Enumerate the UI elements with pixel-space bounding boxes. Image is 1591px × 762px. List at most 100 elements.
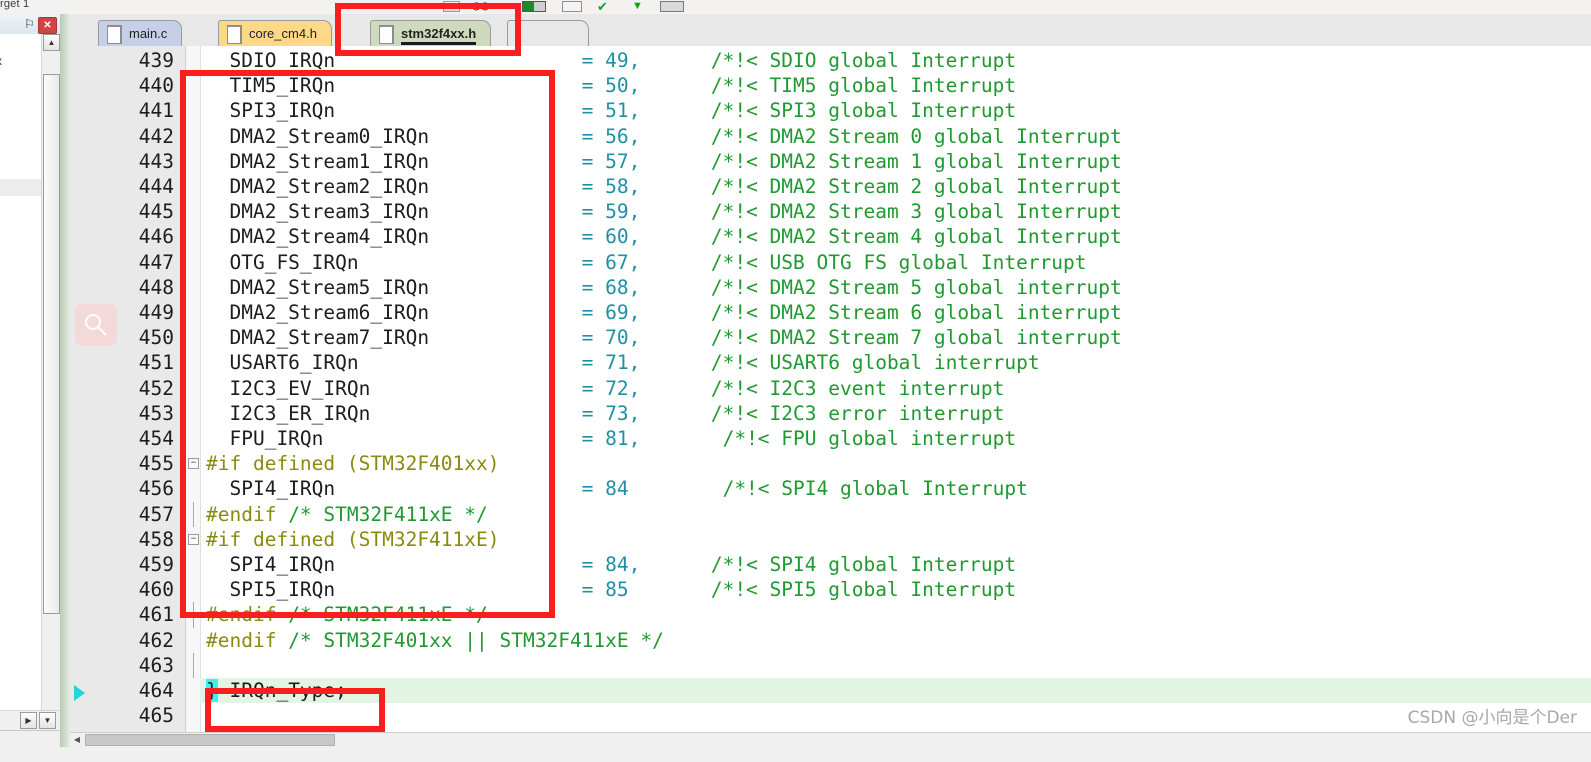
code-token: /*!< SDIO global Interrupt (640, 49, 1017, 72)
code-token: 68, (605, 275, 641, 299)
code-token: 72, (605, 376, 641, 400)
code-token: 85 (605, 578, 629, 602)
line-number: 456 (138, 477, 174, 501)
code-token: /*!< DMA2 Stream 4 global Interrupt (640, 225, 1122, 249)
code-token: /*!< DMA2 Stream 5 global interrupt (640, 275, 1122, 299)
code-token: /*!< USB OTG FS global Interrupt (640, 250, 1087, 274)
code-token: /*!< SPI4 global Interrupt (640, 553, 1017, 576)
watermark: CSDN @小向是个Der (1407, 708, 1577, 728)
code-token: 69, (605, 301, 641, 324)
editor-left-rail (60, 14, 70, 747)
document-tab-bar: main.c core_cm4.h stm32f4xx.h (70, 14, 1591, 47)
code-token: /*!< DMA2 Stream 6 global interrupt (640, 301, 1122, 324)
code-token: /*!< I2C3 error interrupt (640, 401, 1005, 425)
code-token: 49, (605, 49, 641, 72)
rectangle-icon[interactable] (562, 1, 582, 12)
tab-main-c[interactable]: main.c (98, 20, 183, 46)
line-number: 457 (138, 502, 174, 526)
code-token: /*!< DMA2 Stream 3 global Interrupt (640, 200, 1122, 224)
toolbar-strip: rget 1 ◉◉ ✔ ▼ (0, 0, 1591, 14)
scroll-thumb[interactable] (85, 734, 335, 746)
code-token: /*!< DMA2 Stream 1 global Interrupt (640, 149, 1122, 173)
line-number: 439 (138, 49, 174, 72)
line-number: 452 (138, 376, 174, 400)
line-number: 462 (138, 628, 174, 652)
line-number: 448 (138, 275, 174, 299)
tree-item-0[interactable]: _41xx (0, 54, 2, 68)
panel-vertical-scrollbar[interactable]: ▲ (41, 34, 61, 710)
tab-label: core_cm4.h (249, 26, 317, 41)
project-tree[interactable]: _41xx x.c nd.h .h h f4xx.l (0, 34, 41, 710)
filter-icon[interactable]: ▼ (632, 1, 646, 12)
code-token: 71, (605, 351, 641, 375)
code-token: /*!< DMA2 Stream 2 global Interrupt (640, 175, 1122, 198)
code-token: 56, (605, 124, 641, 148)
line-number: 461 (138, 603, 174, 627)
green-checkmark-icon[interactable]: ✔ (597, 0, 613, 13)
panel-titlebar: ⚐ ✕ (0, 14, 60, 35)
line-number: 440 (138, 74, 174, 98)
line-number: 451 (138, 351, 174, 375)
code-token: 84, (605, 553, 641, 576)
code-token: 81, (605, 427, 641, 450)
code-token: 70, (605, 326, 641, 350)
code-token: 67, (605, 250, 641, 274)
code-token: SDIO_IRQn (206, 49, 336, 72)
annotation-box-active-tab (335, 3, 521, 56)
scroll-down-button[interactable]: ▼ (39, 712, 56, 729)
line-number: 460 (138, 578, 174, 602)
line-number: 441 (138, 99, 174, 123)
pin-icon[interactable]: ⚐ (23, 17, 36, 31)
scroll-left-button[interactable]: ◀ (70, 733, 84, 747)
scroll-thumb[interactable] (43, 74, 60, 614)
line-number: 442 (138, 124, 174, 148)
code-token: /*!< TIM5 global Interrupt (640, 74, 1017, 98)
line-number: 453 (138, 401, 174, 425)
code-token: 50, (605, 74, 641, 98)
code-token: /*!< DMA2 Stream 7 global interrupt (640, 326, 1122, 350)
line-number: 464 (138, 679, 174, 702)
line-number: 454 (138, 427, 174, 450)
debug-icon[interactable] (660, 1, 684, 12)
code-token: /*!< SPI5 global Interrupt (628, 578, 1017, 602)
line-number: 455 (138, 452, 174, 476)
tab-label: main.c (129, 26, 168, 41)
editor-horizontal-scrollbar[interactable]: ◀ (70, 732, 1591, 748)
line-number: 445 (138, 200, 174, 224)
panel-horizontal-scrollbar[interactable]: ▶ ▼ (0, 710, 60, 730)
code-token: /*!< SPI4 global Interrupt (628, 477, 1028, 501)
tree-selection-band (0, 179, 41, 196)
bookmark-icon[interactable] (522, 1, 546, 12)
panel-bottom-stub (0, 730, 60, 762)
scroll-up-button[interactable]: ▲ (43, 34, 60, 51)
run-arrow-icon[interactable] (74, 685, 85, 701)
code-token: 59, (605, 200, 641, 224)
code-token: 60, (605, 225, 641, 249)
code-token: 84 (605, 477, 629, 501)
line-number: 465 (138, 704, 174, 728)
code-token: /*!< I2C3 event interrupt (640, 376, 1005, 400)
code-token: /*!< DMA2 Stream 0 global Interrupt (640, 124, 1122, 148)
scroll-right-button[interactable]: ▶ (20, 712, 37, 729)
code-token: /*!< SPI3 global Interrupt (640, 99, 1017, 123)
code-token: /* STM32F401xx || STM32F411xE */ (288, 628, 664, 652)
code-line[interactable]: 463 (70, 652, 1591, 678)
line-number: 443 (138, 149, 174, 173)
search-icon[interactable] (75, 304, 117, 346)
code-token: 51, (605, 99, 641, 123)
line-number: 446 (138, 225, 174, 249)
line-number: 444 (138, 175, 174, 198)
code-token: /*!< FPU global interrupt (640, 427, 1017, 450)
target-selector-label: rget 1 (0, 0, 30, 10)
code-token: #endif (206, 628, 289, 652)
code-line[interactable]: 462 #endif /* STM32F401xx || STM32F411xE … (70, 628, 1591, 653)
fold-guide-line (193, 652, 194, 678)
line-number: 463 (138, 653, 174, 677)
tab-core-cm4-h[interactable]: core_cm4.h (218, 20, 332, 46)
code-token: /*!< USART6 global interrupt (640, 351, 1040, 375)
code-text: #endif /* STM32F401xx || STM32F411xE */ (206, 628, 664, 653)
close-icon[interactable]: ✕ (38, 17, 57, 34)
file-icon (107, 25, 122, 44)
file-icon (227, 25, 242, 44)
code-token: 73, (605, 401, 641, 425)
